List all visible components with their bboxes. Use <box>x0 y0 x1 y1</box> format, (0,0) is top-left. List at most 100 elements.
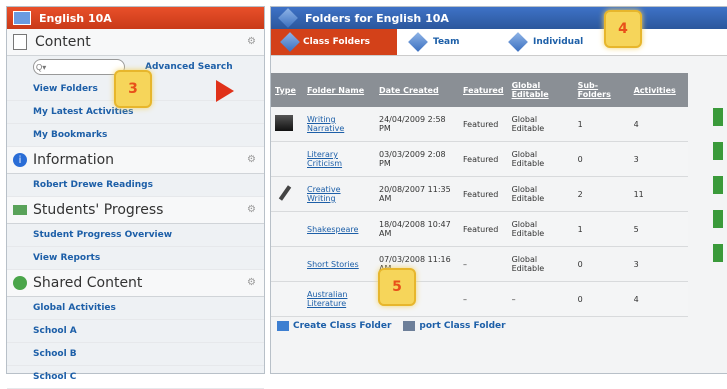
folders-table-wrap: Type Folder Name Date Created Featured G… <box>271 73 727 335</box>
date-cell: 03/03/2009 2:08 PM <box>375 141 459 177</box>
featured-cell: Featured <box>459 211 508 247</box>
section-students-progress[interactable]: Students' Progress ⚙ <box>7 197 264 224</box>
edit-icon[interactable] <box>713 108 723 126</box>
table-row[interactable]: Australian Literature :44 PM – – 0 4 <box>271 281 688 317</box>
table-row[interactable]: Literary Criticism 03/03/2009 2:08 PM Fe… <box>271 141 688 177</box>
advanced-search-link[interactable]: Advanced Search <box>145 62 233 72</box>
col-global-editable[interactable]: Global Editable <box>507 73 574 107</box>
global-cell: Global Editable <box>507 246 574 282</box>
table-footer: Create Class Folder port Class Folder <box>271 317 727 335</box>
folder-diamond-icon <box>278 8 298 28</box>
gear-icon[interactable]: ⚙ <box>247 277 256 288</box>
tab-label: Individual <box>533 37 584 47</box>
folder-link[interactable]: Creative Writing <box>307 185 341 203</box>
edit-icon[interactable] <box>713 176 723 194</box>
section-label: Shared Content <box>33 275 143 291</box>
left-panel: English 10A Content ⚙ Advanced Search Vi… <box>6 6 265 389</box>
tab-team[interactable]: Team <box>407 29 460 55</box>
date-cell: 20/08/2007 11:35 AM <box>375 176 459 212</box>
thumbnail-icon <box>275 115 293 131</box>
create-folder-icon <box>277 321 289 331</box>
create-class-folder-button[interactable]: Create Class Folder <box>293 321 391 331</box>
school-b-link[interactable]: School B <box>7 343 264 366</box>
edit-icon[interactable] <box>713 142 723 160</box>
activities-cell: 4 <box>629 281 688 317</box>
tab-bar: Class Folders Team Individual <box>271 29 727 56</box>
activities-cell: 4 <box>629 107 688 142</box>
edit-icon[interactable] <box>713 210 723 228</box>
section-content[interactable]: Content ⚙ <box>7 29 264 56</box>
col-date-created[interactable]: Date Created <box>375 73 459 107</box>
folder-link[interactable]: Short Stories <box>307 260 359 269</box>
section-label: Information <box>33 152 115 168</box>
global-cell: Global Editable <box>507 211 574 247</box>
bookmarks-link[interactable]: My Bookmarks <box>7 124 264 147</box>
arrow-indicator-icon <box>216 80 234 102</box>
subfolders-cell: 1 <box>573 211 630 247</box>
edit-icon[interactable] <box>713 244 723 262</box>
folders-title-bar: Folders for English 10A <box>271 7 727 29</box>
section-information[interactable]: i Information ⚙ <box>7 147 264 174</box>
table-row[interactable]: Writing Narrative 24/04/2009 2:58 PM Fea… <box>271 107 688 142</box>
search-input[interactable] <box>33 59 125 75</box>
progress-icon <box>13 205 27 215</box>
view-reports-link[interactable]: View Reports <box>7 247 264 270</box>
col-sub-folders[interactable]: Sub-Folders <box>573 73 630 107</box>
activities-cell: 5 <box>629 211 688 247</box>
subfolders-cell: 2 <box>573 176 630 212</box>
section-label: Students' Progress <box>33 202 164 218</box>
document-icon <box>13 34 27 50</box>
featured-cell: – <box>459 246 508 282</box>
folders-title: Folders for English 10A <box>305 11 449 25</box>
folder-link[interactable]: Literary Criticism <box>307 150 342 168</box>
folder-link[interactable]: Writing Narrative <box>307 115 344 133</box>
team-icon <box>408 32 428 52</box>
date-cell: 24/04/2009 2:58 PM <box>375 107 459 142</box>
folder-link[interactable]: Shakespeare <box>307 225 358 234</box>
activities-cell: 3 <box>629 141 688 177</box>
featured-cell: Featured <box>459 176 508 212</box>
individual-icon <box>508 32 528 52</box>
gear-icon[interactable]: ⚙ <box>247 154 256 165</box>
subfolders-cell: 1 <box>573 107 630 142</box>
export-folder-icon <box>403 321 416 331</box>
export-class-folder-button[interactable]: port Class Folder <box>419 321 505 331</box>
class-folders-icon <box>280 32 300 52</box>
table-row[interactable]: Creative Writing 20/08/2007 11:35 AM Fea… <box>271 176 688 212</box>
school-a-link[interactable]: School A <box>7 320 264 343</box>
progress-overview-link[interactable]: Student Progress Overview <box>7 224 264 247</box>
col-folder-name[interactable]: Folder Name <box>303 73 375 107</box>
section-label: Content <box>35 34 91 50</box>
globe-icon <box>13 276 27 290</box>
activities-cell: 3 <box>629 246 688 282</box>
info-icon: i <box>13 153 27 167</box>
section-shared-content[interactable]: Shared Content ⚙ <box>7 270 264 297</box>
featured-cell: – <box>459 281 508 317</box>
col-activities[interactable]: Activities <box>629 73 688 107</box>
table-row[interactable]: Shakespeare 18/04/2008 10:47 AM Featured… <box>271 211 688 247</box>
school-c-link[interactable]: School C <box>7 366 264 389</box>
subfolders-cell: 0 <box>573 141 630 177</box>
folder-link[interactable]: Australian Literature <box>307 290 347 308</box>
table-row[interactable]: Short Stories 07/03/2008 11:16 AM – Glob… <box>271 246 688 282</box>
global-activities-link[interactable]: Global Activities <box>7 297 264 320</box>
global-cell: Global Editable <box>507 107 574 142</box>
tab-individual[interactable]: Individual <box>507 29 583 55</box>
subfolders-cell: 0 <box>573 281 630 317</box>
callout-3: 3 <box>114 70 152 108</box>
tab-label: Class Folders <box>303 37 371 47</box>
gear-icon[interactable]: ⚙ <box>247 36 256 47</box>
table-header: Type Folder Name Date Created Featured G… <box>271 73 688 107</box>
gear-icon[interactable]: ⚙ <box>247 204 256 215</box>
folder-icon <box>13 11 31 25</box>
pen-icon <box>278 185 292 201</box>
robert-drewe-link[interactable]: Robert Drewe Readings <box>7 174 264 197</box>
global-cell: Global Editable <box>507 176 574 212</box>
callout-5: 5 <box>378 268 416 306</box>
featured-cell: Featured <box>459 107 508 142</box>
tab-class-folders[interactable]: Class Folders <box>271 29 397 55</box>
col-type[interactable]: Type <box>271 73 303 107</box>
global-cell: Global Editable <box>507 141 574 177</box>
tab-label: Team <box>433 37 460 47</box>
col-featured[interactable]: Featured <box>459 73 508 107</box>
